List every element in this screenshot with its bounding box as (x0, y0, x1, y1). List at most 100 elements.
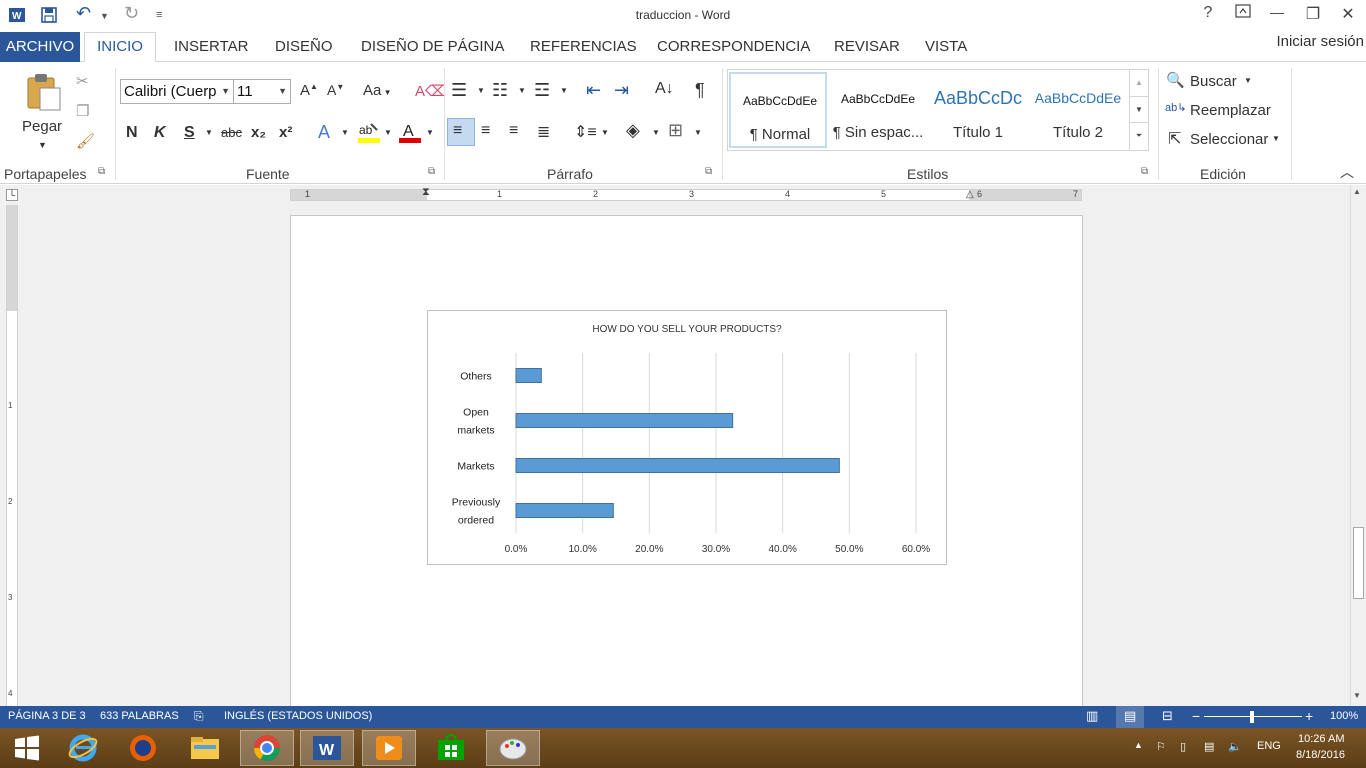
firefox-icon[interactable] (116, 730, 170, 766)
paste-button[interactable] (24, 72, 64, 116)
style-normal[interactable]: AaBbCcDdEe ¶ Normal (729, 72, 827, 148)
tab-design[interactable]: DISEÑO (275, 38, 333, 55)
find-button[interactable]: Buscar (1190, 73, 1237, 90)
scroll-down-icon[interactable]: ▼ (1130, 96, 1148, 122)
tab-view[interactable]: VISTA (925, 38, 967, 55)
sort-icon[interactable]: A↓ (655, 80, 674, 98)
multilevel-dropdown-icon[interactable]: ▼ (560, 86, 568, 95)
highlight-color-icon[interactable]: ab (357, 120, 381, 148)
line-spacing-dropdown-icon[interactable]: ▼ (601, 128, 609, 137)
borders-icon[interactable]: ⊞ (668, 120, 683, 141)
clock-date[interactable]: 8/18/2016 (1296, 749, 1345, 761)
tab-references[interactable]: REFERENCIAS (530, 38, 637, 55)
tab-selector[interactable]: └ (6, 189, 18, 201)
tab-insert[interactable]: INSERTAR (174, 38, 248, 55)
show-marks-button[interactable]: ¶ (695, 80, 705, 101)
font-color-icon[interactable]: A (398, 120, 422, 148)
paragraph-launcher-icon[interactable]: ⧉ (705, 166, 712, 177)
web-layout-icon[interactable]: ⊟ (1162, 708, 1173, 724)
borders-dropdown-icon[interactable]: ▼ (694, 128, 702, 137)
highlight-dropdown-icon[interactable]: ▼ (384, 128, 392, 137)
paint-icon[interactable] (486, 730, 540, 766)
copy-icon[interactable]: ❐ (76, 102, 89, 120)
numbering-dropdown-icon[interactable]: ▼ (518, 86, 526, 95)
zoom-level[interactable]: 100% (1330, 710, 1358, 722)
style-heading-2[interactable]: AaBbCcDdEe Título 2 (1029, 72, 1127, 148)
align-right-icon[interactable]: ≡ (509, 122, 518, 140)
clock-time[interactable]: 10:26 AM (1298, 733, 1344, 745)
underline-dropdown-icon[interactable]: ▼ (205, 128, 213, 137)
text-effects-icon[interactable]: A (318, 122, 330, 143)
zoom-in-icon[interactable]: + (1305, 708, 1313, 724)
close-button[interactable]: ✕ (1333, 4, 1363, 24)
language-indicator[interactable]: INGLÉS (ESTADOS UNIDOS) (224, 710, 372, 722)
word-count[interactable]: 633 PALABRAS (100, 710, 179, 722)
tray-expand-icon[interactable]: ▲ (1134, 740, 1143, 750)
word-taskbar-icon[interactable]: W (300, 730, 354, 766)
shading-dropdown-icon[interactable]: ▼ (652, 128, 660, 137)
justify-icon[interactable]: ≣ (537, 122, 550, 142)
superscript-button[interactable]: x² (279, 124, 292, 141)
underline-button[interactable]: S (184, 124, 195, 142)
zoom-slider-thumb[interactable] (1250, 711, 1254, 723)
right-indent-marker-icon[interactable]: △ (966, 189, 974, 200)
vertical-ruler[interactable]: 1 2 3 4 (6, 205, 18, 706)
file-explorer-icon[interactable] (178, 730, 232, 766)
shrink-font-icon[interactable]: A▼ (327, 82, 344, 98)
multilevel-list-icon[interactable]: ☲ (534, 80, 550, 101)
increase-indent-icon[interactable]: ⇥ (614, 80, 629, 101)
chart[interactable]: HOW DO YOU SELL YOUR PRODUCTS? 0.0% 10.0% 2… (427, 310, 947, 565)
tab-mailings[interactable]: CORRESPONDENCIA (657, 38, 810, 55)
sign-in-link[interactable]: Iniciar sesión (1276, 33, 1364, 50)
line-spacing-icon[interactable]: ⇕≡ (574, 122, 597, 142)
styles-launcher-icon[interactable]: ⧉ (1141, 166, 1148, 177)
shading-icon[interactable]: ◈ (626, 120, 640, 141)
indent-marker-icon[interactable]: ⧗ (422, 186, 430, 199)
collapse-ribbon-icon[interactable]: ︿ (1340, 162, 1354, 182)
flag-icon[interactable]: ⚐ (1156, 740, 1166, 753)
font-size-combo[interactable]: 11 ▼ (233, 79, 291, 104)
document-page[interactable]: HOW DO YOU SELL YOUR PRODUCTS? 0.0% 10.0% 2… (290, 215, 1083, 715)
internet-explorer-icon[interactable] (56, 730, 110, 766)
language-tray[interactable]: ENG (1257, 740, 1281, 752)
battery-icon[interactable]: ▯ (1180, 740, 1186, 753)
scroll-up-icon[interactable]: ▲ (1353, 187, 1361, 196)
select-dropdown-icon[interactable]: ▼ (1272, 134, 1280, 143)
paste-dropdown-icon[interactable]: ▼ (38, 140, 47, 150)
format-painter-icon[interactable]: 🖌 (76, 132, 95, 150)
change-case-button[interactable]: Aa ▼ (363, 82, 392, 99)
styles-more-icon[interactable]: ⏷ (1130, 122, 1148, 148)
scroll-down-icon[interactable]: ▼ (1353, 691, 1361, 700)
font-color-dropdown-icon[interactable]: ▼ (426, 128, 434, 137)
clear-formatting-icon[interactable]: A⌫ (415, 82, 446, 100)
tab-file[interactable]: ARCHIVO (0, 32, 80, 62)
help-button[interactable]: ? (1193, 4, 1223, 22)
scroll-up-icon[interactable]: ▲ (1130, 70, 1148, 96)
vertical-scrollbar[interactable]: ▲ ▼ (1350, 185, 1366, 706)
network-icon[interactable]: ▤ (1204, 740, 1214, 753)
font-launcher-icon[interactable]: ⧉ (428, 166, 435, 177)
strikethrough-button[interactable]: abc (221, 125, 242, 140)
bullets-icon[interactable]: ☰ (451, 80, 467, 101)
scroll-thumb[interactable] (1353, 527, 1364, 599)
tab-page-layout[interactable]: DISEÑO DE PÁGINA (361, 38, 504, 55)
text-effects-dropdown-icon[interactable]: ▼ (341, 128, 349, 137)
proofing-icon[interactable]: ⎘ (194, 709, 204, 724)
find-dropdown-icon[interactable]: ▼ (1244, 76, 1252, 85)
bold-button[interactable]: N (126, 124, 138, 142)
subscript-button[interactable]: x₂ (251, 124, 266, 141)
restore-button[interactable]: ❐ (1298, 4, 1328, 24)
chrome-icon[interactable] (240, 730, 294, 766)
volume-icon[interactable]: 🔈 (1228, 740, 1242, 753)
horizontal-ruler[interactable]: 1 1 2 3 4 5 6 7 ⧗ △ (290, 186, 1082, 201)
zoom-out-icon[interactable]: − (1192, 708, 1200, 724)
start-button[interactable] (0, 730, 54, 766)
align-center-icon[interactable]: ≡ (481, 122, 490, 140)
italic-button[interactable]: K (154, 124, 166, 142)
clipboard-launcher-icon[interactable]: ⧉ (98, 166, 105, 177)
ribbon-display-options-icon[interactable] (1228, 4, 1258, 23)
decrease-indent-icon[interactable]: ⇤ (586, 80, 601, 101)
media-player-icon[interactable] (362, 730, 416, 766)
replace-button[interactable]: Reemplazar (1190, 102, 1271, 119)
read-mode-icon[interactable]: ▥ (1086, 708, 1098, 724)
